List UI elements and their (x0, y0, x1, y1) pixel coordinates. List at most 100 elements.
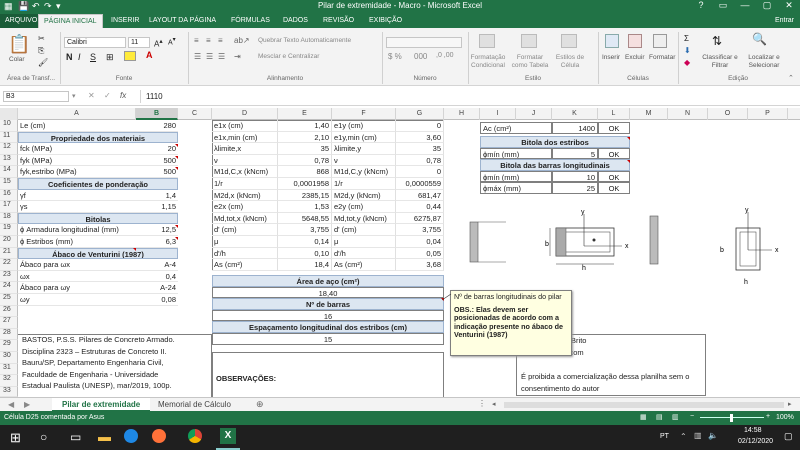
ac-value[interactable]: 1400 (552, 122, 598, 134)
calc-cell-g[interactable]: 0 (396, 120, 444, 132)
calc-cell-d[interactable]: ν (212, 154, 278, 167)
phimax-value[interactable]: 25 (552, 182, 598, 194)
cut-icon[interactable]: ✂ (38, 34, 45, 43)
calc-cell-e[interactable]: 0,10 (278, 247, 332, 260)
cell-label[interactable]: ωy (18, 294, 136, 306)
calc-cell-f[interactable]: As (cm²) (332, 259, 396, 271)
borders-icon[interactable]: ⊞ (106, 52, 114, 63)
calc-cell-d[interactable]: μ (212, 236, 278, 248)
row-header[interactable]: 21 (0, 247, 18, 260)
cell-label[interactable]: fck (MPa) (18, 143, 136, 155)
align-middle-icon[interactable]: ≡ (206, 36, 211, 45)
col-header-j[interactable]: J (516, 108, 552, 120)
cell-label[interactable]: fyk (MPa) (18, 155, 136, 167)
row-header[interactable]: 24 (0, 282, 18, 294)
calc-cell-f[interactable]: 1/r (332, 178, 396, 190)
calc-cell-e[interactable]: 2385,15 (278, 189, 332, 202)
row-header[interactable]: 33 (0, 386, 18, 397)
tab-exibicao[interactable]: EXIBIÇÃO (364, 14, 407, 28)
calc-cell-f[interactable]: d'/h (332, 247, 396, 260)
calc-cell-d[interactable]: e2x (cm) (212, 201, 278, 213)
calc-cell-d[interactable]: Md,tot,x (kNcm) (212, 212, 278, 225)
excel-taskbar-icon[interactable]: X (220, 428, 236, 444)
zoom-out-icon[interactable]: − (690, 413, 694, 420)
col-header-f[interactable]: F (332, 108, 396, 120)
cell-label[interactable]: ωx (18, 271, 136, 283)
cancel-icon[interactable]: ✕ (88, 91, 95, 100)
calc-cell-f[interactable]: λlimite,y (332, 143, 396, 155)
cell-label[interactable]: Le (cm) (18, 120, 136, 132)
row-header[interactable]: 20 (0, 236, 18, 248)
close-icon[interactable]: ✕ (778, 0, 800, 14)
delete-cells-icon[interactable] (628, 34, 642, 48)
paste-icon[interactable]: 📋 (8, 34, 30, 55)
spacing-value[interactable]: 15 (212, 333, 444, 345)
copy-icon[interactable]: ⎘ (38, 46, 44, 56)
row-header[interactable]: 14 (0, 166, 18, 178)
col-header-m[interactable]: M (630, 108, 668, 120)
calc-cell-e[interactable]: 1,40 (278, 120, 332, 132)
decimal-icon[interactable]: ,0 ,00 (436, 52, 454, 59)
cell-value[interactable]: 12,5 (136, 224, 178, 236)
calc-cell-e[interactable]: 0,78 (278, 154, 332, 167)
select-all-corner[interactable] (0, 108, 18, 120)
row-header[interactable]: 27 (0, 317, 18, 329)
chrome-icon[interactable] (188, 429, 202, 443)
calc-cell-e[interactable]: 0,0001958 (278, 178, 332, 190)
tab-formulas[interactable]: FÓRMULAS (226, 14, 275, 28)
shrink-font-icon[interactable]: A▾ (168, 37, 176, 46)
row-header[interactable]: 23 (0, 270, 18, 283)
row-header[interactable]: 13 (0, 154, 18, 167)
file-explorer-icon[interactable]: ▬ (98, 429, 111, 444)
row-header[interactable]: 32 (0, 375, 18, 387)
cell-value[interactable]: 20 (136, 143, 178, 155)
paste-button[interactable]: Colar (9, 56, 25, 63)
cell-value[interactable]: 1,4 (136, 190, 178, 202)
find-select-button[interactable]: Localizar e Selecionar (740, 54, 788, 70)
cell-label[interactable]: ϕ Armadura longitudinal (mm) (18, 224, 136, 236)
phimin-label[interactable]: ϕmín (mm) (480, 147, 552, 160)
calc-cell-d[interactable]: 1/r (212, 178, 278, 190)
next-sheet-icon[interactable]: ▶ (24, 400, 30, 409)
tab-pagina-inicial[interactable]: PÁGINA INICIAL (38, 14, 103, 28)
merge-center-button[interactable]: Mesclar e Centralizar (258, 53, 319, 60)
calc-cell-g[interactable]: 3,68 (396, 259, 444, 271)
row-header[interactable]: 31 (0, 363, 18, 376)
col-header-a[interactable]: A (18, 108, 136, 120)
thousands-icon[interactable]: 000 (414, 52, 427, 61)
calc-cell-g[interactable]: 0,05 (396, 247, 444, 260)
cell-value[interactable]: 1,15 (136, 201, 178, 213)
edge-icon[interactable] (124, 429, 138, 443)
align-center-icon[interactable]: ☰ (206, 52, 213, 61)
calc-cell-f[interactable]: e1y,min (cm) (332, 131, 396, 144)
font-color-icon[interactable]: A (146, 50, 153, 60)
format-table-icon[interactable] (521, 34, 537, 48)
calc-cell-f[interactable]: Md,tot,y (kNcm) (332, 212, 396, 225)
autosum-icon[interactable]: Σ (684, 34, 689, 43)
observations-box[interactable]: OBSERVAÇÕES: (212, 352, 444, 397)
task-view-icon[interactable]: ▭ (70, 430, 81, 444)
currency-icon[interactable]: $ % (388, 52, 402, 61)
sheet-tab[interactable]: Memorial de Cálculo (150, 398, 239, 412)
cell-value[interactable]: 0,08 (136, 294, 178, 306)
insert-button[interactable]: Inserir (602, 54, 620, 61)
cell-value[interactable]: 500 (136, 166, 178, 178)
calc-cell-f[interactable]: M1d,C,y (kNcm) (332, 166, 396, 178)
phimin-long-label[interactable]: ϕmín (mm) (480, 170, 552, 183)
row-header[interactable]: 22 (0, 259, 18, 271)
cell-value[interactable]: A-24 (136, 282, 178, 294)
language-indicator[interactable]: PT (660, 433, 669, 440)
delete-button[interactable]: Excluir (625, 54, 645, 61)
bold-icon[interactable]: N (66, 52, 73, 62)
cell-value[interactable]: 0,4 (136, 271, 178, 283)
calc-cell-e[interactable]: 1,53 (278, 201, 332, 213)
fill-icon[interactable]: ⬇ (684, 46, 691, 55)
name-box[interactable]: B3 (3, 91, 69, 102)
align-top-icon[interactable]: ≡ (194, 36, 199, 45)
zoom-in-icon[interactable]: + (766, 413, 770, 420)
phimin-value[interactable]: 5 (552, 147, 598, 160)
row-header[interactable]: 25 (0, 294, 18, 306)
calc-cell-g[interactable]: 0,78 (396, 154, 444, 167)
col-header-p[interactable]: P (748, 108, 788, 120)
tab-layout[interactable]: LAYOUT DA PÁGINA (144, 14, 221, 28)
